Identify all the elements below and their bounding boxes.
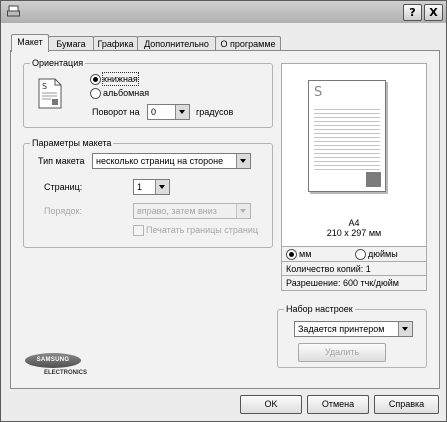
- copies-row: Количество копий: 1: [281, 261, 427, 276]
- print-borders-label[interactable]: Печатать границы страниц: [146, 224, 258, 236]
- resolution-text: Разрешение: 600 тчк/дюйм: [286, 278, 399, 288]
- chevron-down-icon[interactable]: [236, 204, 250, 218]
- resolution-row: Разрешение: 600 тчк/дюйм: [281, 275, 427, 291]
- tab-graphics[interactable]: Графика: [93, 36, 138, 51]
- tab-advanced[interactable]: Дополнительно: [137, 36, 216, 51]
- delete-preset-button[interactable]: Удалить: [298, 343, 386, 362]
- pages-per-side-label: Страниц:: [44, 182, 83, 192]
- pages-per-side-value: 1: [137, 182, 143, 192]
- orientation-group: Ориентация S книжная альбомная Поворот н…: [23, 57, 273, 128]
- layout-tab-panel: Ориентация S книжная альбомная Поворот н…: [10, 50, 440, 389]
- page-order-value: вправо, затем вниз: [137, 206, 217, 216]
- presets-value: Задается принтером: [298, 324, 385, 334]
- preview-sheet: S: [308, 80, 386, 192]
- units-row: мм дюймы: [281, 246, 427, 262]
- rotate-value: 0: [151, 107, 157, 117]
- portrait-radio[interactable]: [90, 74, 101, 85]
- preview-text-lines: [314, 106, 380, 170]
- chevron-down-icon[interactable]: [155, 180, 169, 194]
- samsung-logo: SAMSUNG: [25, 353, 81, 368]
- chevron-down-icon[interactable]: [236, 154, 250, 168]
- presets-group: Набор настроек Задается принтером Удалит…: [277, 303, 427, 368]
- chevron-down-icon[interactable]: [175, 105, 189, 119]
- portrait-label[interactable]: книжная: [102, 72, 139, 86]
- layout-type-label: Тип макета: [38, 156, 85, 166]
- landscape-label[interactable]: альбомная: [103, 87, 149, 99]
- pages-per-side-select[interactable]: 1: [133, 179, 170, 195]
- chevron-down-icon[interactable]: [398, 322, 412, 336]
- layout-options-group-label: Параметры макета: [30, 137, 114, 149]
- printer-app-icon: [7, 5, 20, 17]
- portrait-page-icon: S: [38, 78, 62, 109]
- title-bar: ? X: [1, 1, 446, 23]
- print-borders-checkbox[interactable]: [133, 225, 144, 236]
- rotate-label: Поворот на: [92, 107, 140, 117]
- degrees-label: градусов: [196, 107, 234, 117]
- layout-type-value: несколько страниц на стороне: [96, 156, 224, 166]
- page-order-label: Порядок:: [44, 206, 82, 216]
- preview-image-block: [366, 172, 381, 187]
- page-order-select[interactable]: вправо, затем вниз: [133, 203, 251, 219]
- layout-options-group: Параметры макета Тип макета несколько ст…: [23, 137, 273, 248]
- printer-properties-dialog: ? X Макет Бумага Графика Дополнительно О…: [0, 0, 447, 422]
- samsung-electronics-text: ELECTRONICS: [44, 370, 88, 376]
- svg-text:S: S: [314, 85, 322, 98]
- tab-layout[interactable]: Макет: [11, 34, 49, 52]
- tab-paper[interactable]: Бумага: [48, 36, 94, 51]
- presets-select[interactable]: Задается принтером: [294, 321, 413, 337]
- help-title-button[interactable]: ?: [403, 4, 422, 21]
- cancel-button[interactable]: Отмена: [307, 395, 369, 414]
- presets-group-label: Набор настроек: [284, 303, 355, 315]
- landscape-radio[interactable]: [90, 88, 101, 99]
- paper-size: 210 x 297 мм: [326, 228, 382, 238]
- rotate-select[interactable]: 0: [147, 104, 190, 120]
- ok-button[interactable]: OK: [240, 395, 302, 414]
- unit-inch-label[interactable]: дюймы: [368, 248, 398, 260]
- copies-text: Количество копий: 1: [286, 264, 371, 274]
- unit-mm-label[interactable]: мм: [299, 248, 311, 260]
- unit-mm-radio[interactable]: [286, 249, 297, 260]
- unit-inch-radio[interactable]: [355, 249, 366, 260]
- page-preview: S A4 210 x 297 мм: [281, 63, 427, 261]
- layout-type-select[interactable]: несколько страниц на стороне: [92, 153, 251, 169]
- close-title-button[interactable]: X: [424, 4, 443, 21]
- help-button[interactable]: Справка: [374, 395, 439, 414]
- tab-about[interactable]: О программе: [215, 36, 281, 51]
- orientation-group-label: Ориентация: [30, 57, 86, 69]
- svg-text:S: S: [42, 82, 47, 91]
- sample-letter-icon: S: [314, 85, 322, 98]
